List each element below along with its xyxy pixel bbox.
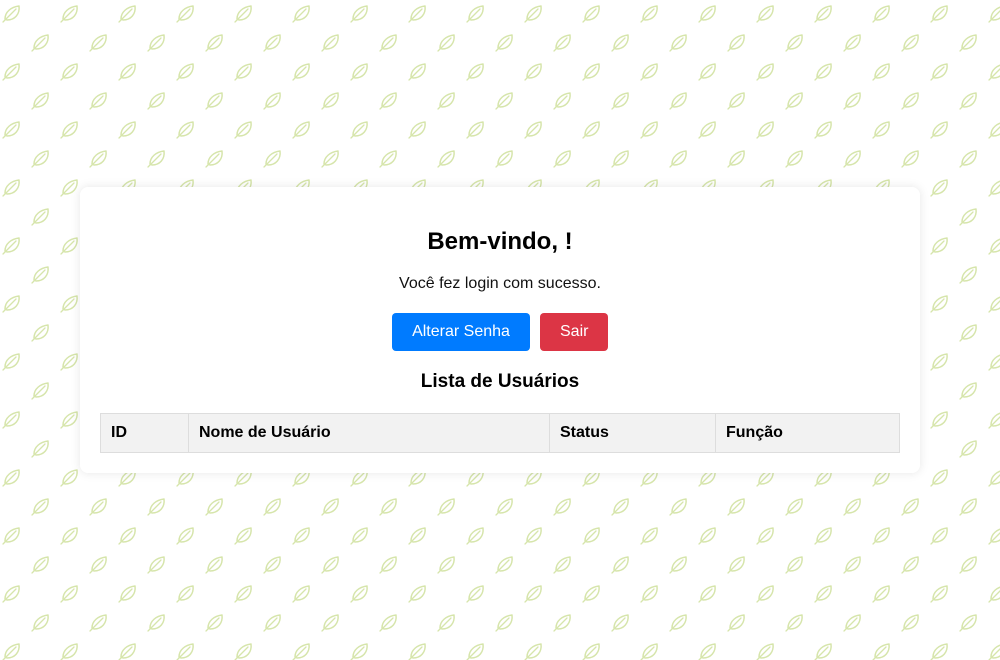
page-title: Bem-vindo, ! <box>427 228 573 255</box>
column-header-id: ID <box>100 413 189 453</box>
logout-button[interactable]: Sair <box>540 313 608 351</box>
users-table: ID Nome de Usuário Status Função <box>100 413 900 453</box>
column-header-status: Status <box>549 413 716 453</box>
column-header-username: Nome de Usuário <box>188 413 550 453</box>
action-buttons: Alterar Senha Sair <box>80 313 920 351</box>
welcome-card: Bem-vindo, ! Você fez login com sucesso.… <box>80 187 920 473</box>
change-password-button[interactable]: Alterar Senha <box>392 313 530 351</box>
users-list-title: Lista de Usuários <box>420 371 580 392</box>
login-success-message: Você fez login com sucesso. <box>399 275 601 292</box>
column-header-role: Função <box>715 413 900 453</box>
users-table-header-row: ID Nome de Usuário Status Função <box>100 413 900 453</box>
